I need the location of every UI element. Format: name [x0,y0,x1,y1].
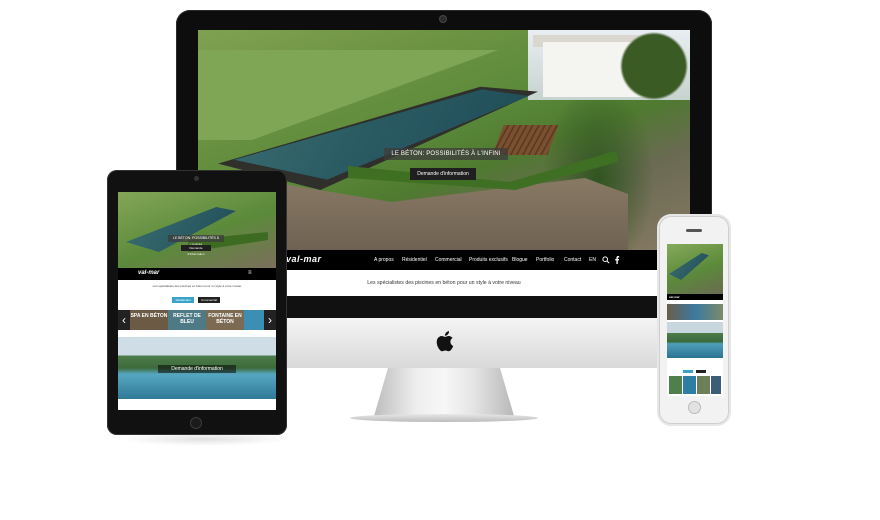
nav-item-a-propos[interactable]: A propos [374,256,394,264]
phone-thumb[interactable] [711,376,721,394]
carousel-next-icon[interactable]: › [264,310,276,330]
ipad-home-button [190,417,202,429]
tablet-tagline: Les spécialistes des piscines en béton p… [152,284,242,288]
nav-item-commercial[interactable]: Commercial [435,256,462,264]
nav-item-portfolio[interactable]: Portfolio [536,256,554,264]
nav-item-contact[interactable]: Contact [564,256,581,264]
phone-thumb[interactable] [669,376,682,394]
phone-commercial-button[interactable] [696,370,706,373]
ipad-camera-icon [194,176,199,181]
facebook-icon[interactable] [614,256,620,264]
hero-caption: LE BÉTON: POSSIBILITÉS À L'INFINI [384,148,508,160]
carousel-tile-partial[interactable] [244,310,264,330]
iphone-speaker [686,229,702,232]
tablet-screen: LE BÉTON: POSSIBILITÉS À L'INFINI Demand… [118,192,276,410]
tablet-commercial-button[interactable]: Commercial [198,297,220,303]
phone-screen: val-mar [667,244,723,396]
hero-tree [618,30,690,110]
search-icon[interactable] [602,256,610,264]
phone-hero-image [667,244,723,294]
hero-cta-button[interactable]: Demande d'information [410,168,476,180]
phone-carousel[interactable] [667,304,723,320]
nav-item-language[interactable]: EN [589,256,596,264]
iphone-home-button [688,401,701,414]
phone-residential-button[interactable] [683,370,693,373]
carousel-tile-spa[interactable]: SPA EN BÉTON [130,310,168,330]
tablet-residential-button[interactable]: Résidentiel [172,297,194,303]
tablet-hero-caption: LE BÉTON: POSSIBILITÉS À L'INFINI [168,235,224,247]
camera-icon [439,15,447,23]
tablet-logo[interactable]: val-mar [138,270,159,276]
imac-stand-foot [350,414,538,422]
imac-stand [374,368,514,416]
phone-thumb[interactable] [697,376,710,394]
carousel-tile-fontaine[interactable]: FONTAINE EN BÉTON [206,310,244,330]
apple-logo-icon [436,331,454,352]
phone-logo[interactable]: val-mar [669,295,680,299]
nav-item-blogue[interactable]: Blogue [512,256,528,264]
tablet-photo-caption[interactable]: Demande d'information [158,365,236,373]
tablet-hero-cta[interactable]: Demande d'information [181,245,211,256]
phone-pool-photo [667,322,723,358]
carousel-tile-reflet[interactable]: REFLET DE BLEU [168,310,206,330]
menu-icon[interactable]: ≡ [248,270,252,276]
site-logo[interactable]: val-mar [286,254,322,264]
nav-item-produits-exclusifs[interactable]: Produits exclusifs [469,256,508,264]
nav-item-residentiel[interactable]: Résidentiel [402,256,427,264]
phone-thumb[interactable] [683,376,696,394]
carousel-prev-icon[interactable]: ‹ [118,310,130,330]
